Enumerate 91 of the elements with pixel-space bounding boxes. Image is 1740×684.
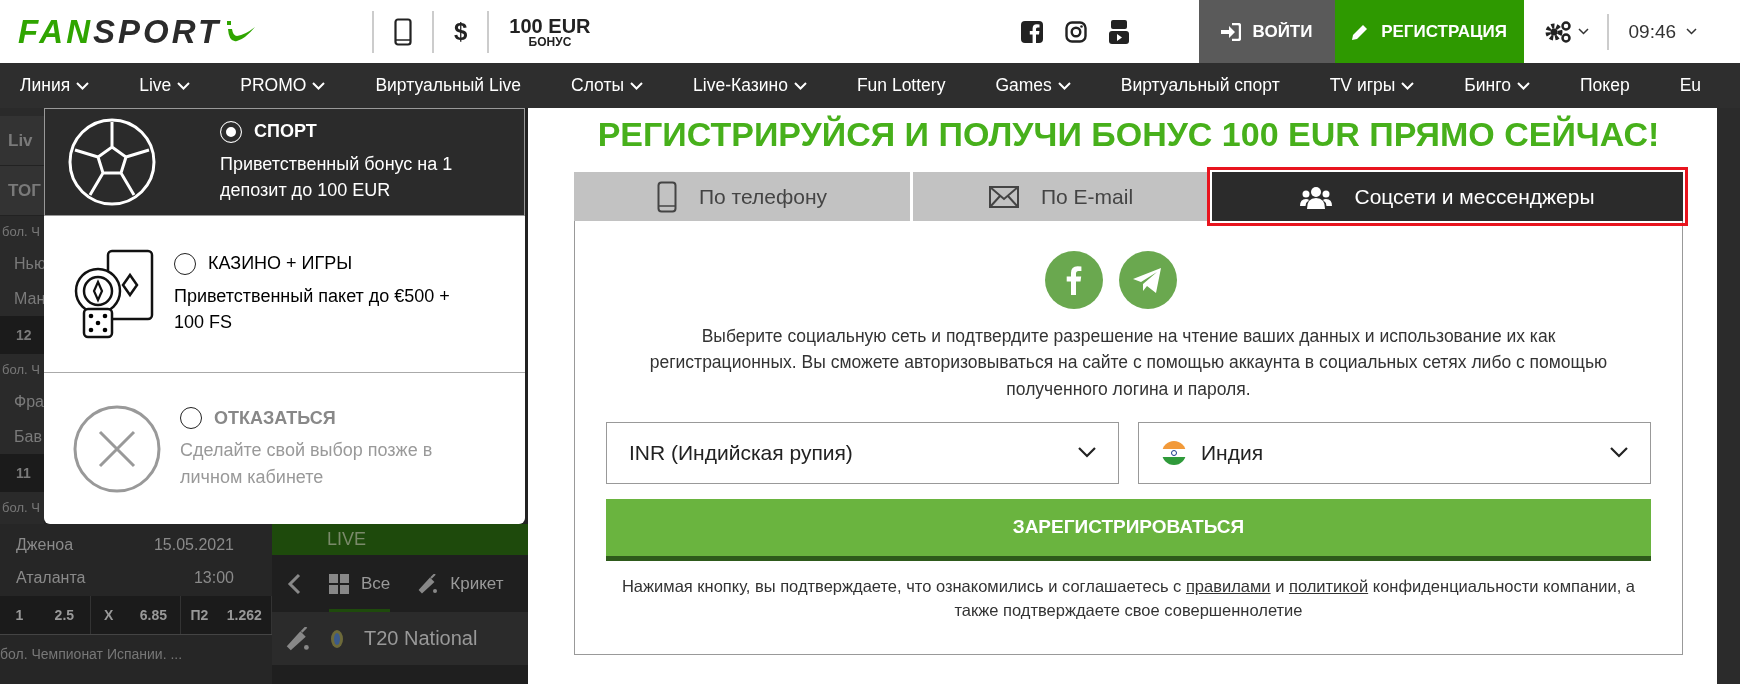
odds-cell[interactable]: X 6.85 <box>90 596 182 634</box>
country-dropdown[interactable]: Индия <box>1138 421 1651 484</box>
team-name[interactable]: Аталанта <box>16 568 86 587</box>
settings-icon <box>1543 19 1572 44</box>
privacy-policy-link[interactable]: политикой <box>1288 576 1369 595</box>
bonus-option[interactable]: КАЗИНО + ИГРЫ Приветственный пакет до €500 + 100 FS <box>44 216 525 373</box>
event-time: 13:00 <box>193 568 234 587</box>
registration-tab[interactable]: По телефону <box>574 172 910 221</box>
radio-button[interactable] <box>180 407 202 430</box>
sidebar-text: бол. Ч <box>1 360 41 379</box>
cricket-bat-icon <box>286 626 310 651</box>
bonus-option-title: КАЗИНО + ИГРЫ <box>208 253 353 275</box>
sidebar-text: бол. Ч <box>1 222 41 241</box>
nav-menu-item[interactable]: Eu <box>1679 75 1702 96</box>
bonus-option-title: СПОРТ <box>254 121 317 143</box>
sidebar-text: ТОГ <box>0 166 44 216</box>
caret-icon <box>1401 81 1415 90</box>
people-group-icon <box>1300 184 1333 209</box>
login-button[interactable]: ВОЙТИ <box>1198 0 1335 63</box>
sidebar-text: Liv <box>0 116 44 166</box>
soccer-ball-icon <box>67 117 157 207</box>
event-time: 15.05.2021 <box>153 535 234 554</box>
rules-link[interactable]: правилами <box>1185 576 1271 595</box>
nav-menu-item[interactable]: Виртуальный спорт <box>1120 75 1280 96</box>
caret-icon <box>1577 28 1589 35</box>
nav-menu-item[interactable]: Покер <box>1580 75 1630 96</box>
caret-icon <box>630 81 644 90</box>
caret-icon <box>1057 81 1071 90</box>
currency-dropdown[interactable]: INR (Индийская рупия) <box>606 421 1119 484</box>
bonus-option-description: Приветственный бонус на 1 депозит до 100 EUR <box>220 152 454 202</box>
caret-icon <box>76 81 90 90</box>
flag-icon <box>1161 439 1187 466</box>
bonus-label: БОНУС <box>528 35 572 48</box>
caret-icon <box>1517 81 1530 90</box>
nav-menu-item[interactable]: TV игры <box>1329 75 1415 96</box>
event-name[interactable]: T20 National <box>364 627 478 650</box>
sign-in-icon <box>1220 22 1241 41</box>
sidebar-text: бол. Ч <box>1 498 41 517</box>
chevron-down-icon <box>1610 447 1628 459</box>
nav-menu-item[interactable]: Линия <box>20 75 90 96</box>
nav-menu-item[interactable]: Live-Казино <box>693 75 807 96</box>
team-name[interactable]: Дженоа <box>16 535 74 554</box>
caret-icon <box>793 81 807 90</box>
mobile-phone-icon <box>657 180 677 213</box>
facebook-icon[interactable] <box>1020 20 1043 43</box>
registration-tab[interactable]: По E-mail <box>913 172 1209 221</box>
chevron-down-icon <box>1078 447 1096 459</box>
caret-icon <box>312 81 326 90</box>
nav-menu-item[interactable]: Games <box>995 75 1071 96</box>
envelope-icon <box>988 185 1019 208</box>
nav-menu-item[interactable]: Виртуальный Live <box>375 75 522 96</box>
bonus-option-title: ОТКАЗАТЬСЯ <box>214 407 336 429</box>
caret-icon <box>1686 28 1698 35</box>
video-channel-icon[interactable] <box>1108 18 1129 45</box>
pencil-icon <box>1351 22 1370 41</box>
casino-chips-cards-icon <box>72 249 156 339</box>
nav-menu-item[interactable]: Fun Lottery <box>856 75 946 96</box>
cricket-bat-icon <box>418 573 439 594</box>
currency-symbol[interactable]: $ <box>454 17 468 46</box>
radio-button[interactable] <box>174 252 196 275</box>
nav-menu-item[interactable]: PROMO <box>240 75 326 96</box>
sidebar-text: 11 <box>0 454 44 492</box>
sport-tab[interactable]: Крикет <box>418 555 504 612</box>
cross-circle-icon <box>72 403 162 494</box>
sidebar-text: Бав <box>13 426 43 447</box>
sidebar-text: Ман <box>13 288 44 309</box>
bonus-amount: 100 EUR <box>509 15 591 36</box>
instagram-icon[interactable] <box>1064 20 1087 43</box>
nav-menu-item[interactable]: Live <box>139 75 191 96</box>
nav-menu-item[interactable]: Бинго <box>1464 75 1530 96</box>
sidebar-text: Фра <box>13 391 44 412</box>
terms-text: Нажимая кнопку, вы подтверждаете, что ознакомились и соглашаетесь с правилами и политикой конфиденциальности компании, а также подтверждаете свое совершеннолетие <box>620 575 1637 621</box>
bonus-option-description: Сделайте свой выбор позже в личном кабинете <box>180 439 434 489</box>
odds-cell[interactable]: 1 2.5 <box>0 596 91 634</box>
bonus-option[interactable]: СПОРТ Приветственный бонус на 1 депозит до 100 EUR <box>44 108 525 216</box>
bonus-option-description: Приветственный пакет до €500 + 100 FS <box>174 284 451 334</box>
league-name: бол. Чемпионат Испании. ... <box>0 645 184 664</box>
telegram-icon[interactable] <box>1119 251 1177 309</box>
mobile-phone-icon[interactable] <box>394 17 412 46</box>
registration-title: РЕГИСТРИРУЙСЯ И ПОЛУЧИ БОНУС 100 EUR ПРЯМО СЕЙЧАС! <box>596 116 1661 152</box>
caret-icon <box>177 81 191 90</box>
register-button[interactable]: РЕГИСТРАЦИЯ <box>1334 0 1524 63</box>
team-emblem-icon <box>330 628 344 649</box>
sidebar-text: 12 <box>0 316 44 354</box>
sport-tab[interactable]: Все <box>329 555 391 612</box>
bonus-option[interactable]: ОТКАЗАТЬСЯ Сделайте свой выбор позже в личном кабинете <box>44 373 525 524</box>
time-selector[interactable]: 09:46 <box>1622 0 1704 63</box>
social-registration-note: Выберите социальную сеть и подтвердите разрешение на чтение ваших данных и использование их как регистрационных. Вы сможете авторизовываться на сайте с помощью аккаунта в социальных сетях либо с помощью полученного логина и пароля. <box>648 325 1609 401</box>
fansport-logo[interactable]: FANSPORT <box>18 12 318 51</box>
grid-icon <box>329 573 349 594</box>
nav-menu-item[interactable]: Слоты <box>571 75 644 96</box>
